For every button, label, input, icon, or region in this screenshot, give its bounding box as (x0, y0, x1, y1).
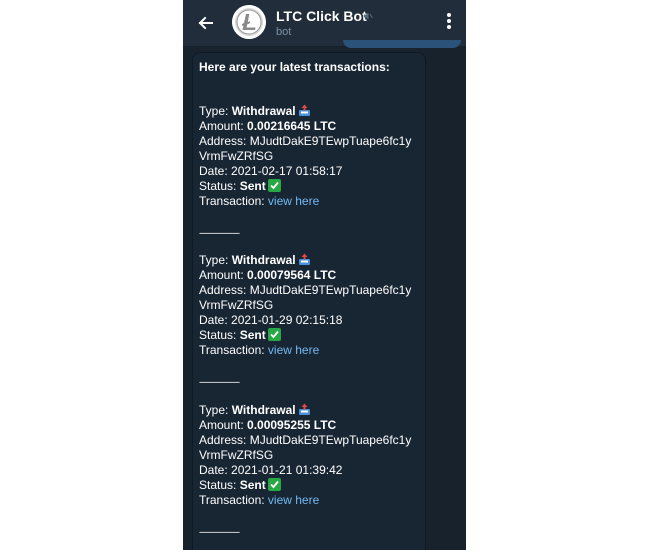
message-intro: Here are your latest transactions: (199, 60, 390, 74)
date-value: 2021-02-17 01:58:17 (231, 164, 343, 178)
transaction-block: Type: Withdrawal Amount: 0.00079564 LTC … (199, 253, 425, 358)
type-label: Type: (199, 104, 232, 118)
separator: -------------------- (199, 377, 240, 387)
transaction-label: Transaction: (199, 343, 268, 357)
check-mark-icon (267, 179, 281, 192)
previous-message-bubble (343, 40, 461, 48)
transaction-label: Transaction: (199, 194, 268, 208)
type-value: Withdrawal (231, 403, 296, 417)
muted-icon (364, 12, 373, 20)
bot-avatar[interactable] (232, 5, 266, 39)
date-label: Date: (199, 313, 232, 327)
chat-title[interactable]: LTC Click Bot (276, 7, 367, 25)
separator: -------------------- (199, 228, 240, 238)
back-arrow-icon[interactable] (195, 11, 215, 35)
type-label: Type: (199, 403, 232, 417)
address-value: MJudtDakE9TEwpTuape6fc1y (249, 283, 412, 297)
address-value-cont: VrmFwZRfSG (199, 448, 274, 462)
amount-label: Amount: (199, 418, 248, 432)
outbox-tray-icon (298, 253, 310, 265)
address-label: Address: (199, 283, 250, 297)
date-value: 2021-01-21 01:39:42 (231, 463, 343, 477)
address-label: Address: (199, 134, 250, 148)
amount-value: 0.00095255 LTC (247, 418, 337, 432)
date-label: Date: (199, 463, 232, 477)
status-value: Sent (239, 179, 266, 193)
amount-label: Amount: (199, 119, 248, 133)
address-value: MJudtDakE9TEwpTuape6fc1y (249, 433, 412, 447)
address-label: Address: (199, 433, 250, 447)
status-label: Status: (199, 478, 240, 492)
view-here-link[interactable]: view here (268, 194, 319, 208)
status-value: Sent (239, 478, 266, 492)
address-value-cont: VrmFwZRfSG (199, 149, 274, 163)
transaction-label: Transaction: (199, 493, 268, 507)
outbox-tray-icon (298, 403, 310, 415)
status-label: Status: (199, 328, 240, 342)
chat-subtitle: bot (276, 26, 292, 38)
check-mark-icon (267, 478, 281, 491)
transaction-block: Type: Withdrawal Amount: 0.00216645 LTC … (199, 104, 425, 209)
status-value: Sent (239, 328, 266, 342)
message-bubble: Here are your latest transactions: Type:… (192, 52, 426, 550)
date-label: Date: (199, 164, 232, 178)
type-value: Withdrawal (231, 253, 296, 267)
amount-label: Amount: (199, 268, 248, 282)
outbox-tray-icon (298, 104, 310, 116)
view-here-link[interactable]: view here (268, 343, 319, 357)
status-label: Status: (199, 179, 240, 193)
separator: -------------------- (199, 527, 240, 537)
more-vertical-icon[interactable] (446, 13, 452, 33)
amount-value: 0.00216645 LTC (247, 119, 337, 133)
view-here-link[interactable]: view here (268, 493, 319, 507)
amount-value: 0.00079564 LTC (247, 268, 337, 282)
date-value: 2021-01-29 02:15:18 (231, 313, 343, 327)
type-label: Type: (199, 253, 232, 267)
address-value-cont: VrmFwZRfSG (199, 298, 274, 312)
chat-screen: LTC Click Bot bot Here are your latest t… (183, 0, 466, 550)
address-value: MJudtDakE9TEwpTuape6fc1y (249, 134, 412, 148)
check-mark-icon (267, 328, 281, 341)
transaction-block: Type: Withdrawal Amount: 0.00095255 LTC … (199, 403, 425, 508)
type-value: Withdrawal (231, 104, 296, 118)
